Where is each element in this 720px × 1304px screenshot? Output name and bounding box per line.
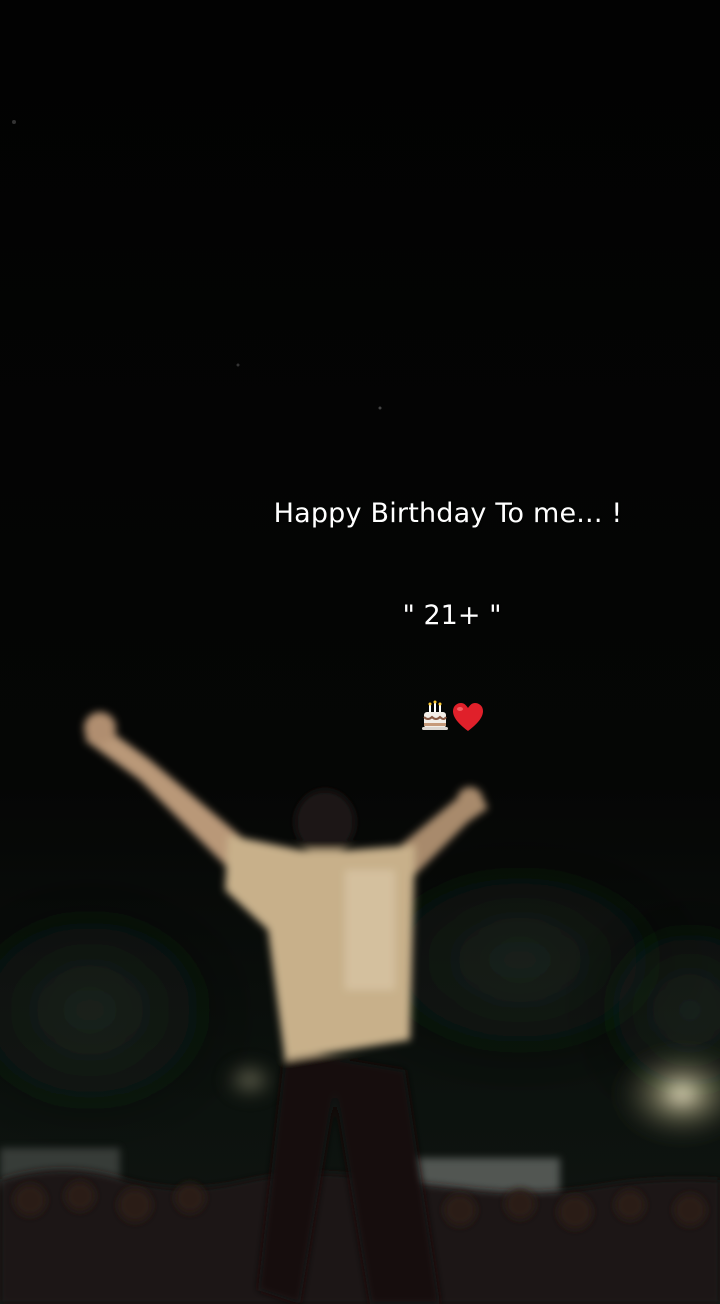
birthday-caption: Happy Birthday To me... ! [273, 498, 623, 529]
birthday-cake-icon [422, 700, 448, 730]
night-concert-photo [0, 0, 720, 1304]
red-heart-icon [453, 703, 483, 731]
story-photo: Happy Birthday To me... ! " 21+ " [0, 0, 720, 1304]
age-caption: " 21+ " [402, 600, 502, 631]
emoji-row [420, 700, 490, 734]
